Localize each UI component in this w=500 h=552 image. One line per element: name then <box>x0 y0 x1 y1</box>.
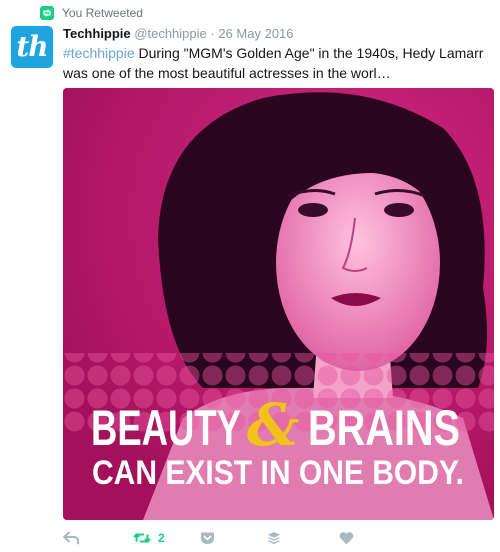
retweet-context: You Retweeted <box>40 5 143 21</box>
buffer-button[interactable] <box>267 528 281 548</box>
author-name[interactable]: Techhippie <box>63 26 131 41</box>
hashtag-link[interactable]: #techhippie <box>63 45 135 61</box>
separator: · <box>210 26 215 41</box>
reply-icon <box>63 531 79 545</box>
avatar-initials: th <box>16 30 48 63</box>
retweet-icon <box>40 6 54 20</box>
tweet-header: Techhippie @techhippie · 26 May 2016 <box>63 26 294 42</box>
tweet-actions: 2 <box>63 528 483 548</box>
retweet-icon <box>133 533 151 543</box>
tweet-text: #techhippie During "MGM's Golden Age" in… <box>63 43 493 83</box>
pocket-icon <box>201 532 214 544</box>
author-handle[interactable]: @techhippie <box>134 26 206 41</box>
headline-subline: CAN EXIST IN ONE BODY. <box>92 454 464 492</box>
reply-button[interactable] <box>63 528 79 548</box>
headline-beauty: BEAUTY <box>91 400 241 456</box>
tweet-date[interactable]: 26 May 2016 <box>218 26 293 41</box>
retweet-count: 2 <box>158 531 165 545</box>
buffer-icon <box>268 532 280 544</box>
retweet-button[interactable]: 2 <box>133 528 165 548</box>
retweet-context-text: You Retweeted <box>62 6 143 20</box>
headline-ampersand: & <box>247 391 299 459</box>
tweet-media-image[interactable]: BEAUTY & BRAINS CAN EXIST IN ONE BODY. <box>63 88 494 520</box>
pocket-button[interactable] <box>200 528 215 548</box>
avatar[interactable]: th <box>11 26 53 68</box>
headline-brains: BRAINS <box>308 400 460 456</box>
like-button[interactable] <box>339 528 354 548</box>
heart-icon <box>339 532 354 545</box>
